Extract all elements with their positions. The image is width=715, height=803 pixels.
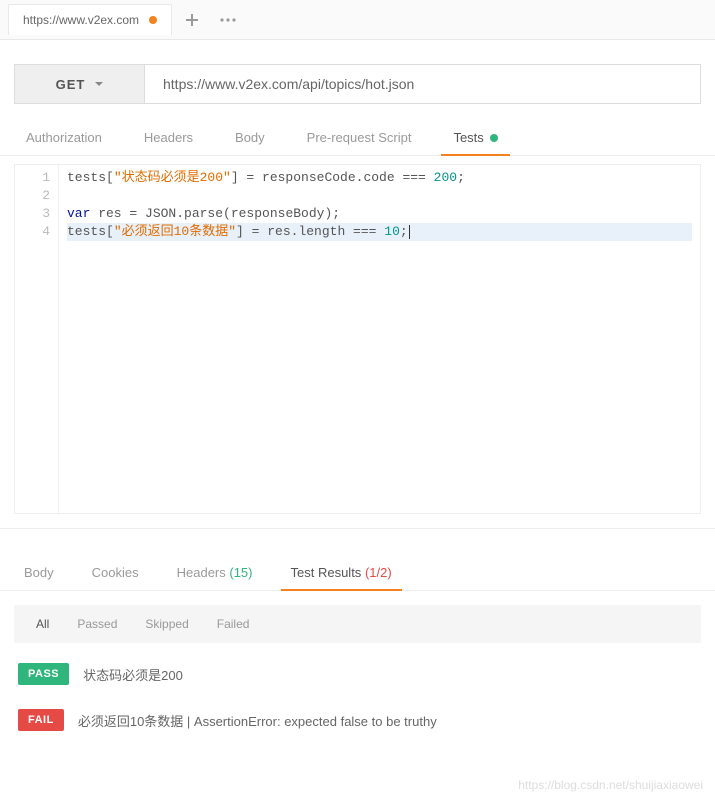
code-line — [67, 187, 692, 205]
tab-response-cookies[interactable]: Cookies — [82, 557, 149, 590]
chevron-down-icon — [95, 82, 103, 87]
watermark: https://blog.csdn.net/shuijiaxiaowei — [518, 778, 703, 792]
filter-all[interactable]: All — [26, 615, 59, 633]
request-subtabs: Authorization Headers Body Pre-request S… — [0, 104, 715, 156]
tab-response-body[interactable]: Body — [14, 557, 64, 590]
test-message: 状态码必须是200 — [83, 665, 183, 684]
response-tabs: Body Cookies Headers (15) Test Results (… — [0, 528, 715, 591]
cursor-icon — [409, 225, 410, 239]
test-result-row: PASS 状态码必须是200 — [0, 651, 715, 697]
filter-passed[interactable]: Passed — [67, 615, 127, 633]
tab-response-headers[interactable]: Headers (15) — [167, 557, 263, 590]
http-method-select[interactable]: GET — [15, 65, 145, 103]
code-line: tests["必须返回10条数据"] = res.length === 10; — [67, 223, 692, 241]
tab-tests[interactable]: Tests — [441, 122, 509, 155]
code-line: tests["状态码必须是200"] = responseCode.code =… — [67, 169, 692, 187]
tests-active-dot-icon — [490, 134, 498, 142]
code-area[interactable]: tests["状态码必须是200"] = responseCode.code =… — [59, 165, 700, 513]
ellipsis-icon — [220, 18, 236, 22]
filter-failed[interactable]: Failed — [207, 615, 260, 633]
tab-body[interactable]: Body — [223, 122, 277, 155]
code-line: var res = JSON.parse(responseBody); — [67, 205, 692, 223]
code-editor[interactable]: 1 2 3 4 tests["状态码必须是200"] = responseCod… — [14, 164, 701, 514]
filter-skipped[interactable]: Skipped — [135, 615, 198, 633]
tab-test-results[interactable]: Test Results (1/2) — [281, 557, 402, 590]
tab-bar: https://www.v2ex.com — [0, 0, 715, 40]
test-result-row: FAIL 必须返回10条数据 | AssertionError: expecte… — [0, 697, 715, 743]
status-badge: PASS — [18, 663, 69, 685]
url-value: https://www.v2ex.com/api/topics/hot.json — [163, 76, 414, 92]
http-method-label: GET — [56, 77, 86, 92]
status-badge: FAIL — [18, 709, 64, 731]
test-message: 必须返回10条数据 | AssertionError: expected fal… — [78, 711, 437, 730]
tab-headers[interactable]: Headers — [132, 122, 205, 155]
url-input[interactable]: https://www.v2ex.com/api/topics/hot.json — [145, 65, 700, 103]
tab-prerequest[interactable]: Pre-request Script — [295, 122, 424, 155]
unsaved-dot-icon — [149, 16, 157, 24]
plus-icon — [185, 13, 199, 27]
more-tabs-button[interactable] — [212, 4, 244, 36]
tab-authorization[interactable]: Authorization — [14, 122, 114, 155]
add-tab-button[interactable] — [176, 4, 208, 36]
request-bar: GET https://www.v2ex.com/api/topics/hot.… — [14, 64, 701, 104]
request-tab-label: https://www.v2ex.com — [23, 13, 139, 27]
result-filters: All Passed Skipped Failed — [14, 605, 701, 643]
request-tab[interactable]: https://www.v2ex.com — [8, 4, 172, 35]
line-gutter: 1 2 3 4 — [15, 165, 59, 513]
